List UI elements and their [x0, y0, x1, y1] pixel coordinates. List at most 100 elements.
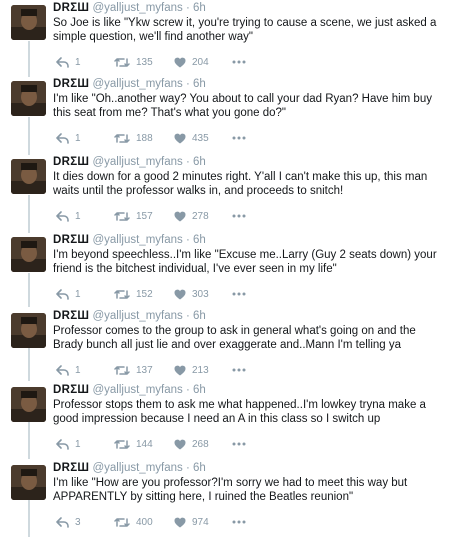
reply-button[interactable]: 1 — [56, 209, 81, 223]
tweet-header: DRΣШ @yalljust_myfans · 6h — [53, 383, 443, 397]
retweet-button[interactable]: 157 — [114, 209, 153, 223]
user-handle[interactable]: @yalljust_myfans — [92, 78, 182, 90]
like-button[interactable]: 213 — [174, 363, 209, 377]
user-handle[interactable]: @yalljust_myfans — [92, 310, 182, 322]
display-name[interactable]: DRΣШ — [53, 234, 89, 246]
tweet[interactable]: DRΣШ @yalljust_myfans · 6h So Joe is lik… — [0, 0, 450, 76]
avatar[interactable] — [11, 237, 46, 272]
avatar[interactable] — [11, 387, 46, 422]
tweet[interactable]: DRΣШ @yalljust_myfans · 6h It dies down … — [0, 154, 450, 230]
avatar[interactable] — [11, 465, 46, 500]
like-count: 303 — [192, 288, 209, 300]
tweet-body: DRΣШ @yalljust_myfans · 6h It dies down … — [53, 155, 443, 198]
timestamp[interactable]: 6h — [193, 384, 206, 396]
tweet-text: I'm like "Oh..another way? You about to … — [53, 93, 432, 119]
timestamp[interactable]: 6h — [193, 234, 206, 246]
like-count: 268 — [192, 438, 209, 450]
retweet-button[interactable]: 400 — [114, 515, 153, 529]
reply-count: 1 — [75, 132, 81, 144]
like-button[interactable]: 268 — [174, 437, 209, 451]
like-button[interactable]: 435 — [174, 131, 209, 145]
display-name[interactable]: DRΣШ — [53, 156, 89, 168]
separator: · — [185, 2, 190, 14]
retweet-icon — [114, 517, 130, 527]
user-handle[interactable]: @yalljust_myfans — [92, 156, 182, 168]
like-icon — [174, 133, 186, 143]
like-count: 213 — [192, 364, 209, 376]
reply-icon — [56, 438, 69, 450]
tweet-header: DRΣШ @yalljust_myfans · 6h — [53, 77, 443, 91]
like-icon — [174, 517, 186, 527]
retweet-count: 144 — [136, 438, 153, 450]
like-count: 435 — [192, 132, 209, 144]
more-icon — [232, 214, 246, 218]
user-handle[interactable]: @yalljust_myfans — [92, 2, 182, 14]
user-handle[interactable]: @yalljust_myfans — [92, 384, 182, 396]
reply-count: 1 — [75, 210, 81, 222]
retweet-button[interactable]: 188 — [114, 131, 153, 145]
display-name[interactable]: DRΣШ — [53, 78, 89, 90]
retweet-count: 188 — [136, 132, 153, 144]
reply-button[interactable]: 1 — [56, 363, 81, 377]
separator: · — [185, 234, 190, 246]
tweet-text: So Joe is like "Ykw screw it, you're try… — [53, 17, 437, 43]
retweet-button[interactable]: 152 — [114, 287, 153, 301]
reply-button[interactable]: 1 — [56, 55, 81, 69]
like-button[interactable]: 974 — [174, 515, 209, 529]
retweet-icon — [114, 57, 130, 67]
like-button[interactable]: 204 — [174, 55, 209, 69]
retweet-icon — [114, 133, 130, 143]
retweet-button[interactable]: 135 — [114, 55, 153, 69]
like-button[interactable]: 303 — [174, 287, 209, 301]
user-handle[interactable]: @yalljust_myfans — [92, 462, 182, 474]
avatar[interactable] — [11, 5, 46, 40]
display-name[interactable]: DRΣШ — [53, 310, 89, 322]
reply-icon — [56, 364, 69, 376]
tweet-body: DRΣШ @yalljust_myfans · 6h So Joe is lik… — [53, 1, 443, 44]
tweet-text: Professor stops them to ask me what happ… — [53, 399, 426, 425]
tweet[interactable]: DRΣШ @yalljust_myfans · 6h I'm beyond sp… — [0, 232, 450, 308]
reply-button[interactable]: 3 — [56, 515, 81, 529]
tweet-body: DRΣШ @yalljust_myfans · 6h I'm like "Oh.… — [53, 77, 443, 120]
display-name[interactable]: DRΣШ — [53, 2, 89, 14]
like-icon — [174, 57, 186, 67]
more-button[interactable] — [232, 363, 246, 377]
more-icon — [232, 292, 246, 296]
retweet-count: 135 — [136, 56, 153, 68]
avatar[interactable] — [11, 159, 46, 194]
more-button[interactable] — [232, 287, 246, 301]
retweet-button[interactable]: 137 — [114, 363, 153, 377]
timestamp[interactable]: 6h — [193, 462, 206, 474]
more-button[interactable] — [232, 437, 246, 451]
more-button[interactable] — [232, 131, 246, 145]
like-count: 278 — [192, 210, 209, 222]
avatar[interactable] — [11, 313, 46, 348]
display-name[interactable]: DRΣШ — [53, 384, 89, 396]
timestamp[interactable]: 6h — [193, 156, 206, 168]
tweet-header: DRΣШ @yalljust_myfans · 6h — [53, 461, 443, 475]
tweet[interactable]: DRΣШ @yalljust_myfans · 6h I'm like "How… — [0, 460, 450, 536]
retweet-icon — [114, 365, 130, 375]
reply-icon — [56, 516, 69, 528]
reply-button[interactable]: 1 — [56, 131, 81, 145]
more-button[interactable] — [232, 209, 246, 223]
tweet[interactable]: DRΣШ @yalljust_myfans · 6h Professor com… — [0, 308, 450, 384]
timestamp[interactable]: 6h — [193, 310, 206, 322]
tweet-body: DRΣШ @yalljust_myfans · 6h I'm like "How… — [53, 461, 443, 504]
avatar[interactable] — [11, 81, 46, 116]
retweet-button[interactable]: 144 — [114, 437, 153, 451]
timestamp[interactable]: 6h — [193, 2, 206, 14]
tweet-actions: 1 188 435 — [56, 131, 316, 145]
display-name[interactable]: DRΣШ — [53, 462, 89, 474]
reply-button[interactable]: 1 — [56, 287, 81, 301]
like-button[interactable]: 278 — [174, 209, 209, 223]
tweet[interactable]: DRΣШ @yalljust_myfans · 6h I'm like "Oh.… — [0, 76, 450, 152]
timestamp[interactable]: 6h — [193, 78, 206, 90]
tweet[interactable]: DRΣШ @yalljust_myfans · 6h Professor sto… — [0, 382, 450, 458]
user-handle[interactable]: @yalljust_myfans — [92, 234, 182, 246]
more-button[interactable] — [232, 515, 246, 529]
more-button[interactable] — [232, 55, 246, 69]
reply-button[interactable]: 1 — [56, 437, 81, 451]
retweet-count: 137 — [136, 364, 153, 376]
tweet-actions: 3 400 974 — [56, 515, 316, 529]
